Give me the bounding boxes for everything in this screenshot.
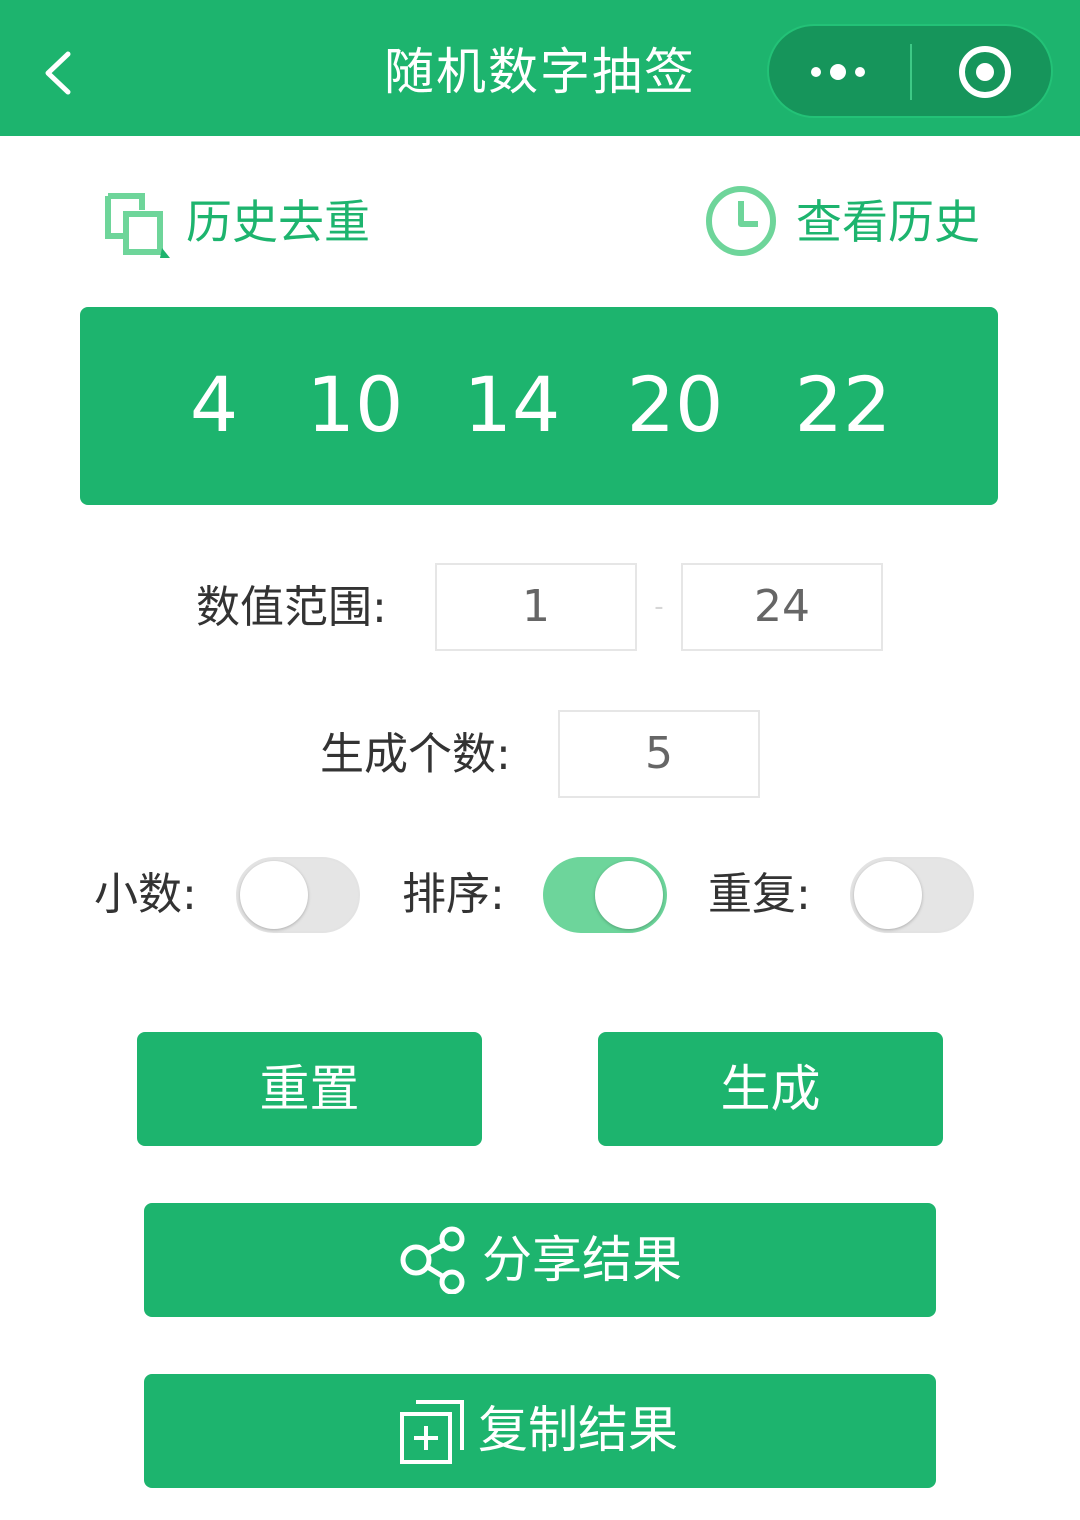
result-number: 10 bbox=[306, 360, 404, 449]
result-number: 20 bbox=[626, 360, 724, 449]
sort-switch[interactable] bbox=[543, 857, 667, 933]
range-label: 数值范围: bbox=[196, 582, 387, 633]
dedupe-icon bbox=[105, 193, 170, 258]
decimal-label: 小数: bbox=[94, 869, 197, 920]
switch-knob bbox=[595, 861, 663, 929]
count-label: 生成个数: bbox=[320, 729, 511, 780]
range-separator: - bbox=[654, 592, 664, 622]
result-number: 22 bbox=[794, 360, 892, 449]
reset-button[interactable]: 重置 bbox=[137, 1032, 482, 1146]
count-input[interactable]: 5 bbox=[558, 710, 760, 798]
clock-icon bbox=[706, 186, 776, 256]
decimal-switch[interactable] bbox=[236, 857, 360, 933]
repeat-label: 重复: bbox=[708, 869, 811, 920]
view-history-label: 查看历史 bbox=[796, 195, 980, 249]
repeat-switch[interactable] bbox=[850, 857, 974, 933]
switch-knob bbox=[240, 861, 308, 929]
dedupe-label: 历史去重 bbox=[186, 195, 370, 249]
copy-result-label: 复制结果 bbox=[478, 1401, 678, 1459]
capsule-divider bbox=[910, 44, 912, 100]
switch-knob bbox=[854, 861, 922, 929]
range-max-input[interactable]: 24 bbox=[681, 563, 883, 651]
share-result-label: 分享结果 bbox=[482, 1231, 682, 1289]
result-number: 14 bbox=[463, 360, 561, 449]
target-circle-icon[interactable] bbox=[952, 42, 1018, 102]
generate-button[interactable]: 生成 bbox=[598, 1032, 943, 1146]
generate-label: 生成 bbox=[720, 1060, 821, 1118]
share-icon bbox=[400, 1226, 465, 1294]
range-min-input[interactable]: 1 bbox=[435, 563, 637, 651]
sort-label: 排序: bbox=[402, 869, 505, 920]
reset-label: 重置 bbox=[259, 1060, 360, 1118]
result-number: 4 bbox=[189, 360, 239, 449]
copy-icon bbox=[400, 1400, 464, 1464]
more-dots-icon[interactable] bbox=[800, 50, 880, 94]
